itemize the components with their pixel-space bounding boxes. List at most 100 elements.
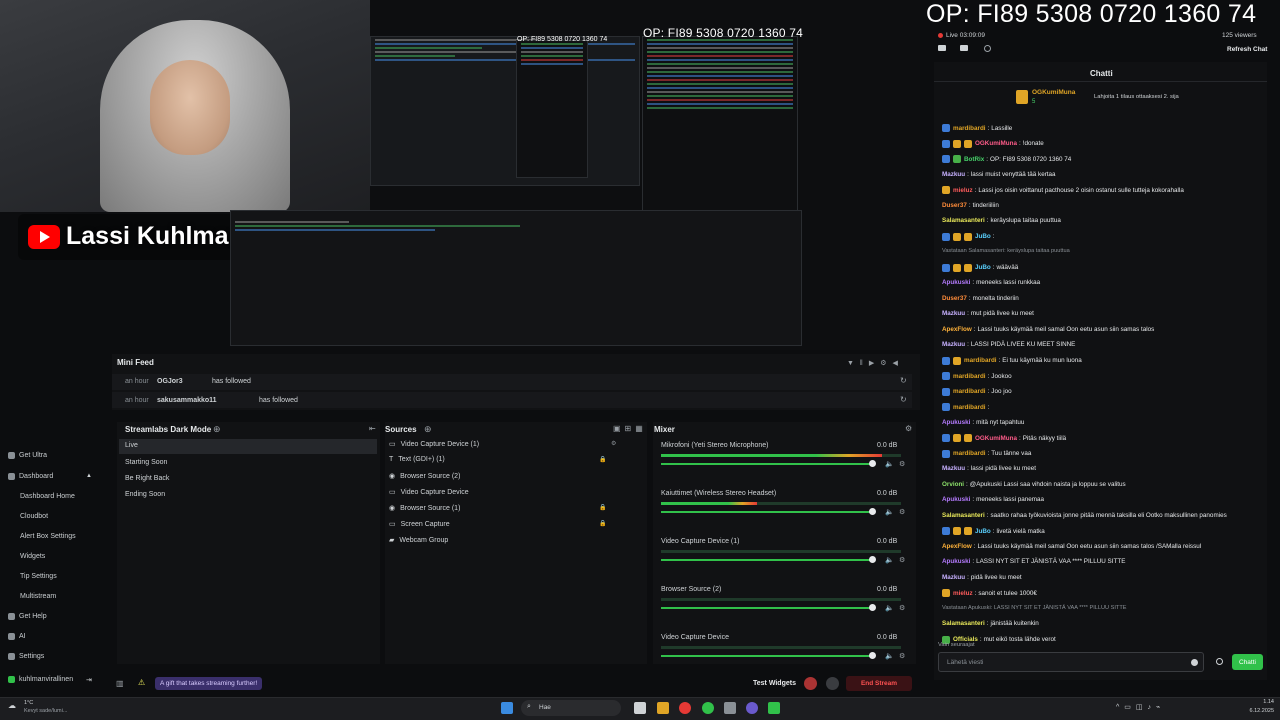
- chat-username[interactable]: Mazkuu: [942, 465, 965, 472]
- channel-settings-icon[interactable]: ⚙: [899, 556, 905, 564]
- sidebar-item-widgets[interactable]: Widgets: [20, 553, 45, 560]
- chat-username[interactable]: JuBo: [975, 528, 991, 535]
- source-item[interactable]: T Text (GDI+) (1): [389, 456, 445, 463]
- replay-icon[interactable]: ↻: [900, 376, 907, 385]
- chat-username[interactable]: mardibardi: [953, 404, 986, 411]
- sidebar-item-alert-box[interactable]: Alert Box Settings: [20, 533, 76, 540]
- file-explorer-icon[interactable]: [657, 702, 669, 714]
- sidebar-item-cloudbot[interactable]: Cloudbot: [20, 513, 48, 520]
- chat-username[interactable]: JuBo: [975, 233, 991, 240]
- source-settings-icon[interactable]: ⚙: [611, 440, 616, 447]
- source-tools-icon[interactable]: ▣⊞▦: [613, 424, 647, 433]
- lock-icon[interactable]: 🔒: [599, 520, 606, 527]
- mixer-slider-handle[interactable]: [869, 508, 876, 515]
- chat-settings-icon[interactable]: [1216, 658, 1223, 665]
- chat-tab[interactable]: Chatti: [1090, 69, 1113, 78]
- app-icon[interactable]: [724, 702, 736, 714]
- chat-username[interactable]: mardibardi: [953, 450, 986, 457]
- mute-icon[interactable]: 🔈: [885, 460, 894, 468]
- feed-controls[interactable]: ▼‖▶⚙◀: [847, 359, 904, 367]
- scene-item[interactable]: Starting Soon: [125, 459, 167, 466]
- chat-username[interactable]: Salamasanteri: [942, 217, 985, 224]
- chat-username[interactable]: Mazkuu: [942, 574, 965, 581]
- channel-settings-icon[interactable]: ⚙: [899, 652, 905, 660]
- logout-icon[interactable]: ⇥: [86, 676, 92, 684]
- chat-username[interactable]: Salamasanteri: [942, 620, 985, 627]
- stats-icon[interactable]: ▥: [116, 679, 124, 688]
- mixer-slider-handle[interactable]: [869, 604, 876, 611]
- sidebar-item-settings[interactable]: Settings: [8, 653, 44, 660]
- chat-send-button[interactable]: Chatti: [1232, 654, 1263, 670]
- mixer-slider-handle[interactable]: [869, 556, 876, 563]
- streamlabs-icon[interactable]: [768, 702, 780, 714]
- source-item[interactable]: ▰ Webcam Group: [389, 536, 448, 544]
- mute-icon[interactable]: 🔈: [885, 604, 894, 612]
- mixer-settings-icon[interactable]: ⚙: [905, 424, 912, 433]
- promo-banner[interactable]: A gift that takes streaming further!: [155, 677, 263, 690]
- chevron-up-icon[interactable]: ▲: [86, 473, 92, 479]
- mute-icon[interactable]: 🔈: [885, 508, 894, 516]
- chat-username[interactable]: Duser37: [942, 295, 967, 302]
- mute-icon[interactable]: 🔈: [885, 652, 894, 660]
- scene-item[interactable]: Be Right Back: [125, 475, 169, 482]
- sidebar-user[interactable]: kuhlmanvirallinen: [8, 676, 73, 683]
- sidebar-item-multistream[interactable]: Multistream: [20, 593, 56, 600]
- chat-username[interactable]: mieluz: [953, 187, 973, 194]
- sidebar-item-get-ultra[interactable]: Get Ultra: [8, 452, 47, 459]
- chat-username[interactable]: Salamasanteri: [942, 512, 985, 519]
- chat-username[interactable]: mardibardi: [964, 357, 997, 364]
- replay-icon[interactable]: ↻: [900, 395, 907, 404]
- edit-icon[interactable]: [938, 45, 946, 51]
- mixer-volume-slider[interactable]: [661, 655, 873, 657]
- channel-settings-icon[interactable]: ⚙: [899, 460, 905, 468]
- chat-username[interactable]: Mazkuu: [942, 171, 965, 178]
- mixer-volume-slider[interactable]: [661, 511, 873, 513]
- end-stream-button[interactable]: End Stream: [846, 676, 912, 691]
- scene-item[interactable]: Ending Soon: [125, 491, 165, 498]
- lock-icon[interactable]: 🔒: [599, 456, 606, 463]
- chat-username[interactable]: OGKumiMuna: [975, 435, 1017, 442]
- lock-icon[interactable]: 🔒: [599, 504, 606, 511]
- source-item[interactable]: ▭ Screen Capture: [389, 520, 450, 528]
- sidebar-item-dashboard-home[interactable]: Dashboard Home: [20, 493, 75, 500]
- chat-username[interactable]: ApexFlow: [942, 543, 972, 550]
- system-tray-icons[interactable]: ^▭◫♪⌁: [1116, 703, 1165, 711]
- chat-username[interactable]: mardibardi: [953, 373, 986, 380]
- chat-username[interactable]: mieluz: [953, 590, 973, 597]
- source-item[interactable]: ◉ Browser Source (1): [389, 504, 460, 512]
- test-widgets-button[interactable]: Test Widgets: [753, 680, 796, 687]
- chat-username[interactable]: OGKumiMuna: [975, 140, 1017, 147]
- chat-username[interactable]: Apukuski: [942, 496, 970, 503]
- mixer-volume-slider[interactable]: [661, 463, 873, 465]
- chat-username[interactable]: mardibardi: [953, 125, 986, 132]
- sidebar-item-ai[interactable]: AI: [8, 633, 26, 640]
- chat-username[interactable]: Orvioni: [942, 481, 964, 488]
- mixer-slider-handle[interactable]: [869, 652, 876, 659]
- collapse-icon[interactable]: ⇤: [369, 424, 376, 433]
- folder-icon[interactable]: [960, 45, 968, 51]
- mute-icon[interactable]: 🔈: [885, 556, 894, 564]
- add-source-icon[interactable]: ⊕: [424, 424, 432, 435]
- warning-icon[interactable]: ⚠: [138, 678, 145, 687]
- replay-buffer-icon[interactable]: [826, 677, 839, 690]
- sidebar-item-tip-settings[interactable]: Tip Settings: [20, 573, 57, 580]
- chat-username[interactable]: ApexFlow: [942, 326, 972, 333]
- chat-username[interactable]: Mazkuu: [942, 341, 965, 348]
- spotify-icon[interactable]: [702, 702, 714, 714]
- chat-input[interactable]: Lähetä viesti: [938, 652, 1204, 672]
- discord-icon[interactable]: [746, 702, 758, 714]
- chat-username[interactable]: mardibardi: [953, 388, 986, 395]
- emoji-icon[interactable]: [1191, 659, 1198, 666]
- channel-settings-icon[interactable]: ⚙: [899, 604, 905, 612]
- sidebar-item-dashboard[interactable]: Dashboard: [8, 473, 53, 480]
- chat-username[interactable]: Apukuski: [942, 558, 970, 565]
- source-item[interactable]: ▭ Video Capture Device: [389, 488, 469, 496]
- mixer-slider-handle[interactable]: [869, 460, 876, 467]
- share-icon[interactable]: [984, 45, 991, 52]
- chat-username[interactable]: Duser37: [942, 202, 967, 209]
- mixer-volume-slider[interactable]: [661, 559, 873, 561]
- browser-icon[interactable]: [679, 702, 691, 714]
- chat-username[interactable]: Apukuski: [942, 279, 970, 286]
- source-item[interactable]: ▭ Video Capture Device (1): [389, 440, 479, 448]
- taskbar-search[interactable]: ⌕ Hae: [521, 700, 621, 716]
